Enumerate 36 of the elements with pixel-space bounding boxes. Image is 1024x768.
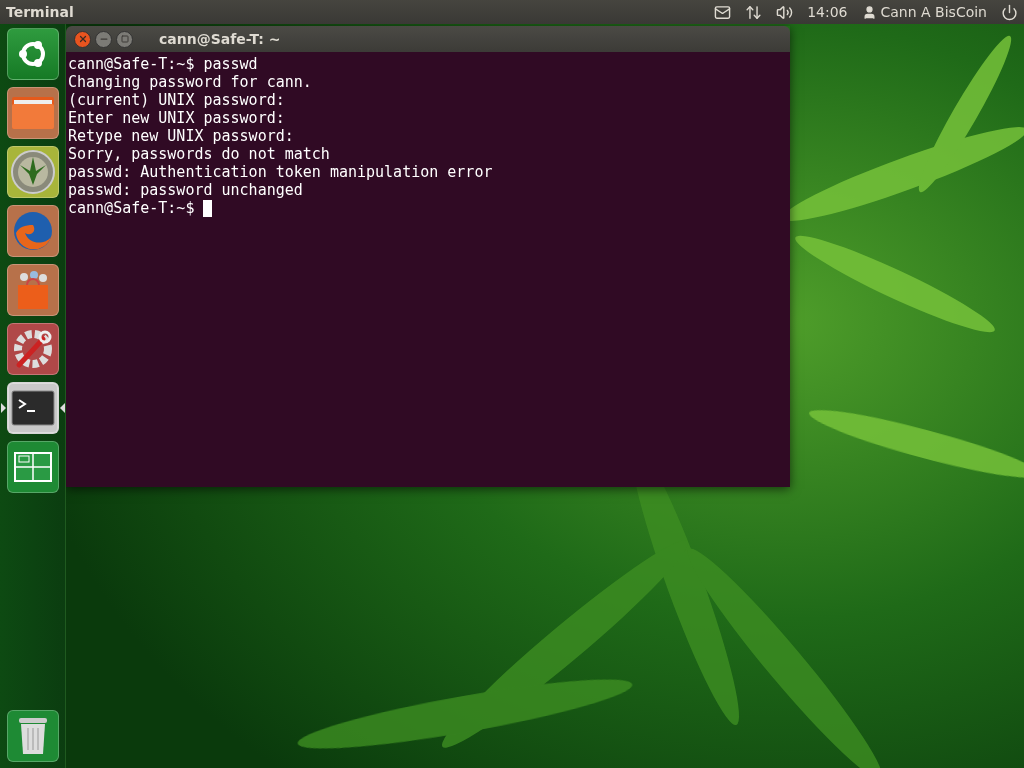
volume-icon[interactable] [776,3,794,21]
close-button[interactable] [74,30,91,48]
launcher-item[interactable] [6,323,59,375]
trash-icon [16,716,49,756]
clock[interactable]: 14:06 [807,4,848,20]
launcher-item[interactable] [6,28,59,80]
terminal-line: cann@Safe-T:~$ passwd [68,55,258,73]
launcher-item[interactable] [6,264,59,316]
terminal-line: Retype new UNIX password: [68,127,294,145]
user-icon [861,4,877,20]
launcher-item[interactable] [6,146,59,198]
minimize-button[interactable] [95,30,112,48]
terminal-line: Enter new UNIX password: [68,109,285,127]
network-arrows-icon[interactable] [745,3,763,21]
folder-icon [9,95,56,131]
power-icon[interactable] [1001,3,1018,21]
window-title: cann@Safe-T: ~ [159,31,281,47]
user-name[interactable]: Cann A BisCoin [880,4,987,20]
launcher-item[interactable] [6,382,59,434]
launcher-item[interactable] [6,87,59,139]
app-title: Terminal [6,4,74,20]
launcher-item[interactable] [6,441,59,493]
coin-icon [9,149,56,195]
workspace-grid-icon [13,452,52,482]
maximize-icon [120,35,129,43]
terminal-line: passwd: Authentication token manipulation error [68,163,493,181]
close-icon [77,34,88,44]
terminal-line: passwd: password unchanged [68,181,303,199]
mail-icon[interactable] [714,3,732,21]
trash-launcher-item[interactable] [6,710,59,762]
terminal-line: (current) UNIX password: [68,91,285,109]
terminal-icon [10,390,55,426]
terminal-line: Sorry, passwords do not match [68,145,330,163]
terminal-line: Changing password for cann. [68,73,312,91]
terminal-line: cann@Safe-T:~$ [68,199,196,217]
maximize-button[interactable] [116,30,133,48]
